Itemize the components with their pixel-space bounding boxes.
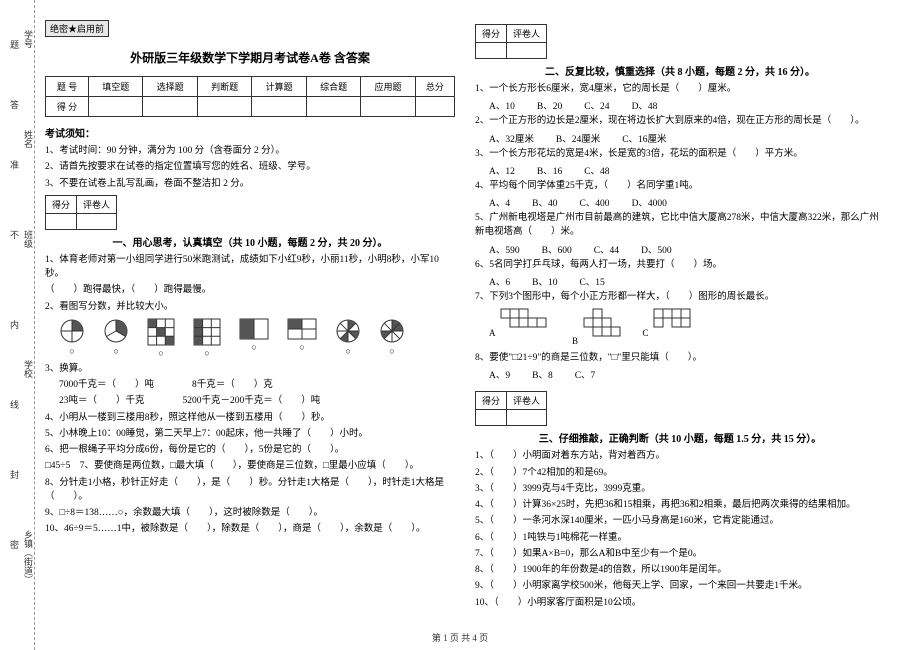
bind-mark: 不 — [8, 230, 21, 239]
q: 6、把一根绳子平均分成6份，每份是它的（ ），5份是它的（ ）。 — [45, 443, 455, 457]
binding-margin: 学号 姓名 班级 学校 乡镇（街道） 题 答 准 不 内 线 封 密 — [0, 0, 35, 650]
th: 计算题 — [252, 77, 306, 97]
section1-questions: 1、体育老师对第一小组同学进行50米跑测试，成绩如下小红9秒，小丽11秒，小明8… — [45, 253, 455, 537]
q: 2、（ ）7个42相加的和是69。 — [475, 466, 885, 480]
section-scorebox: 得分评卷人 — [475, 24, 547, 59]
section-scorebox: 得分评卷人 — [475, 391, 547, 426]
bind-mark: 答 — [8, 100, 21, 109]
fig-circle-eighths-b: ○ — [379, 318, 405, 358]
q: 9、□÷8＝138……○，余数最大填（ ），这时被除数是（ ）。 — [45, 506, 455, 520]
options: A、32厘米B、24厘米C、16厘米 — [489, 131, 885, 145]
fig-circle-thirds: ○ — [103, 318, 129, 358]
fraction-figures: ○ ○ ○ ○ ○ — [59, 318, 455, 358]
q: 1、（ ）小明面对着东方站，背对着西方。 — [475, 449, 885, 463]
q: 3、换算。 — [45, 362, 455, 376]
th: 综合题 — [306, 77, 360, 97]
options: A、590B、600C、44D、500 — [489, 242, 885, 256]
q: 7、（ ）如果A×B=0，那么A和B中至少有一个是0。 — [475, 547, 885, 561]
q: 10、46÷9＝5……1中，被除数是（ ），除数是（ ），商是（ ），余数是（ … — [45, 522, 455, 536]
th: 题 号 — [46, 77, 89, 97]
th: 选择题 — [143, 77, 197, 97]
q: 6、（ ）1吨铁与1吨棉花一样重。 — [475, 531, 885, 545]
q: 10、（ ）小明家客厅面积是10公顷。 — [475, 596, 885, 610]
bind-field: 班级 — [22, 230, 35, 248]
fig-circle-eighths: ○ — [335, 318, 361, 358]
q: 8、要使"□21÷9"的商是三位数，"□"里只能填（ ）。 — [475, 351, 885, 365]
shape-a: A — [489, 308, 550, 339]
q: 9、（ ）小明家离学校500米，他每天上学、回家，一个来回一共要走1千米。 — [475, 579, 885, 593]
q: 8、分针走1小格，秒针正好走（ ），是（ ）秒。分针走1大格是（ ），时针走1大… — [45, 476, 455, 505]
q: 3、（ ）3999克与4千克比，3999克重。 — [475, 482, 885, 496]
section2-questions: 1、一个长方形长6厘米，宽4厘米，它的周长是（ ）厘米。 A、10B、20C、2… — [475, 82, 885, 381]
q: 3、一个长方形花坛的宽是4米，长是宽的3倍，花坛的面积是（ ）平方米。 — [475, 147, 885, 161]
q: 2、一个正方形的边长是2厘米，现在将边长扩大到原来的4倍，现在正方形的周长是（ … — [475, 114, 885, 128]
bind-field: 学号 — [22, 30, 35, 48]
fig-circle-quarters: ○ — [59, 318, 85, 358]
options: A、4B、40C、400D、4000 — [489, 195, 885, 209]
q: □45÷5 7、要使商是两位数，□最大填（ ），要使商是三位数，□里最小应填（ … — [45, 459, 455, 473]
secret-label: 绝密★启用前 — [45, 20, 109, 37]
q: 4、（ ）计算36×25时，先把36和15相乘，再把36和2相乘，最后把两次乘得… — [475, 498, 885, 512]
bind-field: 乡镇（街道） — [22, 530, 35, 584]
th: 总分 — [415, 77, 454, 97]
q: 1、一个长方形长6厘米，宽4厘米，它的周长是（ ）厘米。 — [475, 82, 885, 96]
th: 应用题 — [361, 77, 415, 97]
th: 填空题 — [88, 77, 142, 97]
q: 2、看图写分数，并比较大小。 — [45, 300, 455, 314]
q: 5、（ ）一条河水深140厘米，一匹小马身高是160米，它肯定能通过。 — [475, 514, 885, 528]
q: 4、小明从一楼到三楼用8秒，照这样他从一楼到五楼用（ ）秒。 — [45, 411, 455, 425]
notice-item: 3、不要在试卷上乱写乱画，卷面不整洁扣 2 分。 — [45, 177, 455, 191]
bind-mark: 题 — [8, 40, 21, 49]
q: 1、体育老师对第一小组同学进行50米跑测试，成绩如下小红9秒，小丽11秒，小明8… — [45, 253, 455, 282]
row-label: 得 分 — [46, 97, 89, 117]
bind-mark: 封 — [8, 470, 21, 479]
fig-grid-3x3b: ○ — [193, 318, 221, 358]
q: （ ）跑得最快，（ ）跑得最慢。 — [45, 283, 455, 297]
bind-mark: 线 — [8, 400, 21, 409]
section3-title: 三、仔细推敲，正确判断（共 10 小题，每题 1.5 分，共 15 分）。 — [475, 430, 885, 445]
shape-b: B — [572, 308, 621, 347]
notice-list: 1、考试时间：90 分钟，满分为 100 分（含卷面分 2 分）。 2、请首先按… — [45, 144, 455, 191]
options: A、10B、20C、24D、48 — [489, 98, 885, 112]
options: A、6B、10C、15 — [489, 274, 885, 288]
q: 6、5名同学打乒乓球，每两人打一场，共要打（ ）场。 — [475, 258, 885, 272]
shape-c: C — [643, 308, 698, 339]
options: A、9B、8C、7 — [489, 367, 885, 381]
right-column: 得分评卷人 二、反复比较，慎重选择（共 8 小题，每题 2 分，共 16 分）。… — [475, 20, 885, 612]
section1-title: 一、用心思考，认真填空（共 10 小题，每题 2 分，共 20 分）。 — [45, 234, 455, 249]
bind-field: 学校 — [22, 360, 35, 378]
polyomino-shapes: A B — [489, 308, 885, 347]
bind-field: 姓名 — [22, 130, 35, 148]
page-footer: 第 1 页 共 4 页 — [0, 631, 920, 644]
exam-title: 外研版三年级数学下学期月考试卷A卷 含答案 — [45, 49, 455, 66]
left-column: 绝密★启用前 外研版三年级数学下学期月考试卷A卷 含答案 题 号 填空题 选择题… — [45, 20, 455, 612]
q: 5、小林晚上10：00睡觉，第二天早上7：00起床，他一共睡了（ ）小时。 — [45, 427, 455, 441]
q: 7、下列3个图形中，每个小正方形都一样大，（ ）图形的周长最长。 — [475, 290, 885, 304]
fig-rect-halves: ○ — [239, 318, 269, 358]
bind-mark: 内 — [8, 320, 21, 329]
q: 5、广州新电视塔是广州市目前最高的建筑，它比中信大厦高278米，中信大厦高322… — [475, 211, 885, 240]
fig-grid-3x3: ○ — [147, 318, 175, 358]
fig-rect-quarters: ○ — [287, 318, 317, 358]
q: 8、（ ）1900年的年份数是4的倍数，所以1900年是闰年。 — [475, 563, 885, 577]
th: 判断题 — [197, 77, 251, 97]
page: 绝密★启用前 外研版三年级数学下学期月考试卷A卷 含答案 题 号 填空题 选择题… — [35, 0, 915, 622]
section3-questions: 1、（ ）小明面对着东方站，背对着西方。 2、（ ）7个42相加的和是69。 3… — [475, 449, 885, 610]
notice-item: 1、考试时间：90 分钟，满分为 100 分（含卷面分 2 分）。 — [45, 144, 455, 158]
q: 4、平均每个同学体重25千克，（ ）名同学重1吨。 — [475, 179, 885, 193]
bind-mark: 准 — [8, 160, 21, 169]
score-table: 题 号 填空题 选择题 判断题 计算题 综合题 应用题 总分 得 分 — [45, 76, 455, 117]
notice-head: 考试须知： — [45, 125, 455, 140]
bind-mark: 密 — [8, 540, 21, 549]
options: A、12B、16C、48 — [489, 163, 885, 177]
section-scorebox: 得分评卷人 — [45, 195, 117, 230]
section2-title: 二、反复比较，慎重选择（共 8 小题，每题 2 分，共 16 分）。 — [475, 63, 885, 78]
notice-item: 2、请首先按要求在试卷的指定位置填写您的姓名、班级、学号。 — [45, 160, 455, 174]
